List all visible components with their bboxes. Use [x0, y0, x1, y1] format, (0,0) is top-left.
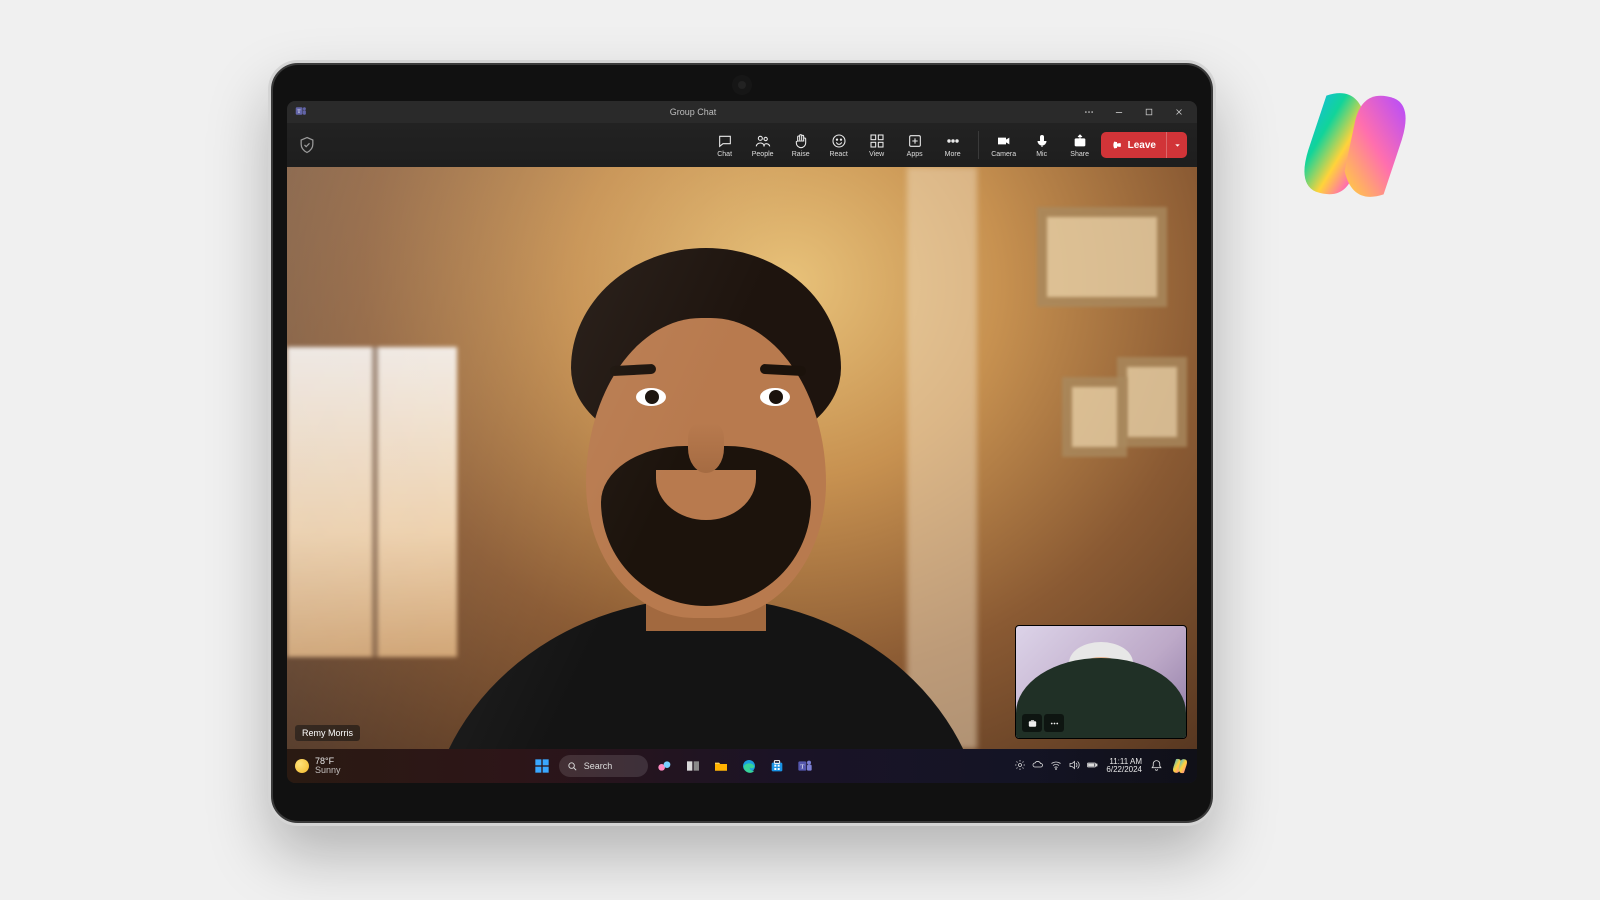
tray-onedrive-icon[interactable]	[1032, 759, 1044, 773]
taskbar-search-placeholder: Search	[584, 761, 613, 771]
chevron-down-icon	[1173, 141, 1182, 150]
mic-icon	[1033, 132, 1051, 150]
copilot-logo	[1290, 80, 1420, 210]
meeting-toolbar: Chat People Raise React	[287, 123, 1197, 168]
people-label: People	[752, 151, 774, 158]
apps-label: Apps	[907, 151, 923, 158]
weather-widget[interactable]: 78°F Sunny	[295, 757, 341, 776]
tray-volume-icon[interactable]	[1068, 759, 1080, 773]
raise-hand-icon	[792, 132, 810, 150]
taskbar-app-store[interactable]	[766, 755, 788, 777]
security-shield-icon[interactable]	[297, 135, 317, 155]
participant-nose	[688, 423, 724, 473]
participant-brow	[760, 364, 806, 376]
taskbar-app-edge[interactable]	[738, 755, 760, 777]
react-icon	[830, 132, 848, 150]
leave-label: Leave	[1128, 140, 1156, 151]
wall-frame	[1117, 357, 1187, 447]
teams-app-icon: T	[295, 105, 307, 119]
raise-hand-button[interactable]: Raise	[784, 130, 818, 160]
chat-button[interactable]: Chat	[708, 130, 742, 160]
windows-icon	[534, 758, 550, 774]
room-door	[907, 167, 977, 749]
more-icon	[1049, 718, 1060, 729]
weather-condition: Sunny	[315, 766, 341, 775]
camera-label: Camera	[991, 151, 1016, 158]
camera-icon	[995, 132, 1013, 150]
folder-icon	[713, 758, 729, 774]
search-icon	[567, 761, 578, 772]
participant-name-tag: Remy Morris	[295, 725, 360, 741]
teams-icon: T	[797, 758, 813, 774]
mic-label: Mic	[1036, 151, 1047, 158]
react-button[interactable]: React	[822, 130, 856, 160]
pip-more-button[interactable]	[1044, 714, 1064, 732]
view-button[interactable]: View	[860, 130, 894, 160]
participant-eye	[636, 388, 666, 406]
taskview-icon	[685, 758, 701, 774]
more-icon	[944, 132, 962, 150]
share-icon	[1071, 132, 1089, 150]
camera-button[interactable]: Camera	[987, 130, 1021, 160]
chat-label: Chat	[717, 151, 732, 158]
taskbar-search[interactable]: Search	[559, 755, 649, 777]
weather-sun-icon	[295, 759, 309, 773]
taskbar-app-teams[interactable]: T	[794, 755, 816, 777]
raise-label: Raise	[792, 151, 810, 158]
window-titlebar: T Group Chat	[287, 101, 1197, 123]
mic-button[interactable]: Mic	[1025, 130, 1059, 160]
share-label: Share	[1070, 151, 1089, 158]
maximize-button[interactable]	[1139, 104, 1159, 120]
widgets-icon	[657, 758, 673, 774]
device-camera-dot	[738, 81, 746, 89]
more-options-button[interactable]	[1079, 104, 1099, 120]
tray-battery-icon[interactable]	[1086, 759, 1098, 773]
svg-text:T: T	[801, 764, 805, 771]
clock-date: 6/22/2024	[1106, 766, 1142, 774]
wall-frame	[1062, 377, 1127, 457]
leave-button[interactable]: Leave	[1101, 132, 1187, 158]
room-window	[287, 347, 457, 657]
taskbar-clock[interactable]: 11:11 AM 6/22/2024	[1106, 758, 1142, 775]
taskbar-app-explorer[interactable]	[710, 755, 732, 777]
people-button[interactable]: People	[746, 130, 780, 160]
people-icon	[754, 132, 772, 150]
tray-wifi-icon[interactable]	[1050, 759, 1062, 773]
taskbar-copilot-button[interactable]	[1171, 757, 1189, 775]
wall-frame	[1037, 207, 1167, 307]
edge-icon	[741, 758, 757, 774]
leave-icon	[1111, 139, 1123, 151]
more-button[interactable]: More	[936, 130, 970, 160]
leave-caret-button[interactable]	[1166, 132, 1187, 158]
windows-taskbar: 78°F Sunny Search	[287, 749, 1197, 783]
react-label: React	[829, 151, 847, 158]
switch-camera-icon	[1027, 718, 1038, 729]
taskbar-app-taskview[interactable]	[682, 755, 704, 777]
window-title: Group Chat	[670, 107, 717, 117]
toolbar-divider	[978, 131, 979, 159]
chat-icon	[716, 132, 734, 150]
device-screen: T Group Chat	[287, 101, 1197, 783]
close-button[interactable]	[1169, 104, 1189, 120]
start-button[interactable]	[531, 755, 553, 777]
tablet-device: T Group Chat	[268, 60, 1216, 826]
taskbar-app-widgets[interactable]	[654, 755, 676, 777]
view-icon	[868, 132, 886, 150]
tray-settings-icon[interactable]	[1014, 759, 1026, 773]
pip-switch-camera-button[interactable]	[1022, 714, 1042, 732]
apps-icon	[906, 132, 924, 150]
view-label: View	[869, 151, 884, 158]
share-button[interactable]: Share	[1063, 130, 1097, 160]
more-label: More	[945, 151, 961, 158]
apps-button[interactable]: Apps	[898, 130, 932, 160]
minimize-button[interactable]	[1109, 104, 1129, 120]
store-icon	[769, 758, 785, 774]
self-preview-pip[interactable]	[1015, 625, 1187, 739]
main-video-stream: Remy Morris	[287, 167, 1197, 749]
tray-notification-icon[interactable]	[1150, 759, 1163, 774]
